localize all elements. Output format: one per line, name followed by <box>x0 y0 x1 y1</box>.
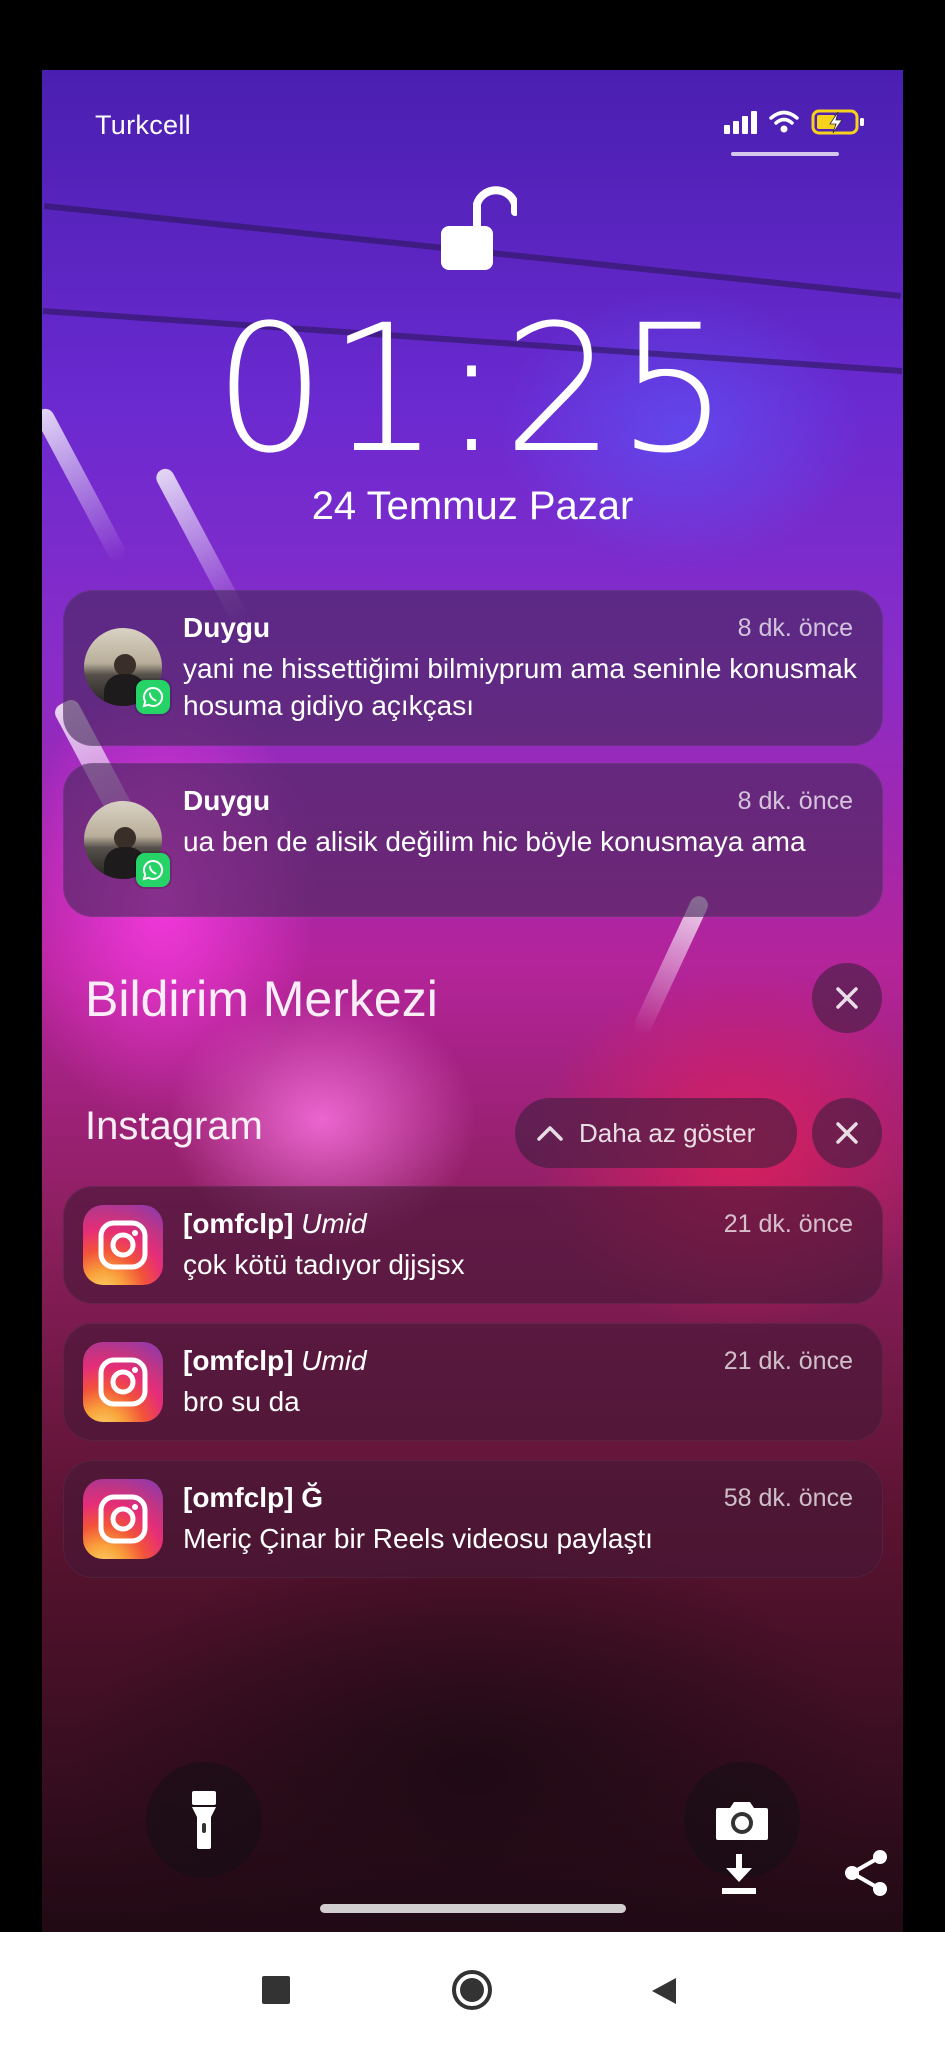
lock-date: 24 Temmuz Pazar <box>311 484 634 528</box>
close-icon <box>836 987 858 1009</box>
whatsapp-icon <box>136 853 170 887</box>
notification-sender: Duygu <box>183 612 271 643</box>
notification-text: ua ben de alisik değilim hic böyle konus… <box>183 826 806 857</box>
notification-text: çok kötü tadıyor djjsjsx <box>183 1249 465 1280</box>
home-dot-icon <box>460 1978 484 2002</box>
notification-text: Meriç Çinar bir Reels videosu paylaştı <box>183 1523 653 1554</box>
download-icon[interactable] <box>718 1852 760 1896</box>
notification-sender: Duygu <box>183 785 271 816</box>
notification-card[interactable]: Duygu 8 dk. önce yani ne hissettiğimi bi… <box>63 590 883 746</box>
cellular-signal-icon <box>724 110 757 134</box>
battery-charging-icon <box>811 109 864 135</box>
notification-text: yani ne hissettiğimi bilmiyprum ama seni… <box>183 653 857 721</box>
camera-icon <box>716 1802 768 1840</box>
close-icon <box>836 1122 858 1144</box>
notification-center-title: Bildirim Merkezi <box>85 971 438 1027</box>
lock-clock: 01:25 <box>213 287 732 492</box>
notification-text: bro su da <box>183 1386 300 1417</box>
home-indicator[interactable] <box>320 1904 626 1913</box>
notification-card[interactable]: [omfclp] Ğ 58 dk. önce Meriç Çinar bir R… <box>63 1460 883 1578</box>
recent-apps-button[interactable] <box>262 1976 290 2004</box>
clear-group-button[interactable] <box>812 1098 882 1168</box>
chevron-up-icon <box>537 1126 563 1141</box>
instagram-icon <box>83 1205 163 1285</box>
carrier-name: Turkcell <box>95 110 191 140</box>
notification-time: 21 dk. önce <box>723 1210 853 1238</box>
app-group-title: Instagram <box>85 1104 263 1148</box>
share-icon[interactable] <box>842 1848 890 1898</box>
notification-card[interactable]: Duygu 8 dk. önce ua ben de alisik değili… <box>63 763 883 917</box>
flashlight-icon <box>192 1791 216 1849</box>
back-button[interactable] <box>650 1976 678 2006</box>
home-button[interactable] <box>452 1970 492 2010</box>
wifi-icon <box>769 110 799 133</box>
control-center-hint[interactable] <box>731 152 839 156</box>
notification-time: 21 dk. önce <box>723 1347 853 1375</box>
notification-time: 8 dk. önce <box>737 787 853 815</box>
clear-all-button[interactable] <box>812 963 882 1033</box>
navigation-bar <box>0 1932 945 2048</box>
notification-card[interactable]: [omfclp] Umid 21 dk. önce çok kötü tadıy… <box>63 1186 883 1304</box>
lock-screen: Turkcell 01:25 24 Temmuz Pazar Duygu 8 d… <box>42 70 903 1932</box>
notification-time: 8 dk. önce <box>737 614 853 642</box>
notification-sender: [omfclp] Umid <box>183 1345 367 1376</box>
whatsapp-icon <box>136 680 170 714</box>
notification-time: 58 dk. önce <box>723 1484 853 1512</box>
instagram-icon <box>83 1479 163 1559</box>
instagram-icon <box>83 1342 163 1422</box>
notification-card[interactable]: [omfclp] Umid 21 dk. önce bro su da <box>63 1323 883 1441</box>
notification-sender: [omfclp] Umid <box>183 1208 367 1239</box>
unlocked-padlock-icon <box>441 186 517 270</box>
show-less-button[interactable]: Daha az göster <box>515 1098 797 1168</box>
flashlight-button[interactable] <box>146 1762 262 1878</box>
notification-sender: [omfclp] Ğ <box>183 1482 323 1513</box>
show-less-label: Daha az göster <box>579 1117 756 1148</box>
system-icons <box>724 108 867 136</box>
status-bar: Turkcell <box>42 70 903 180</box>
